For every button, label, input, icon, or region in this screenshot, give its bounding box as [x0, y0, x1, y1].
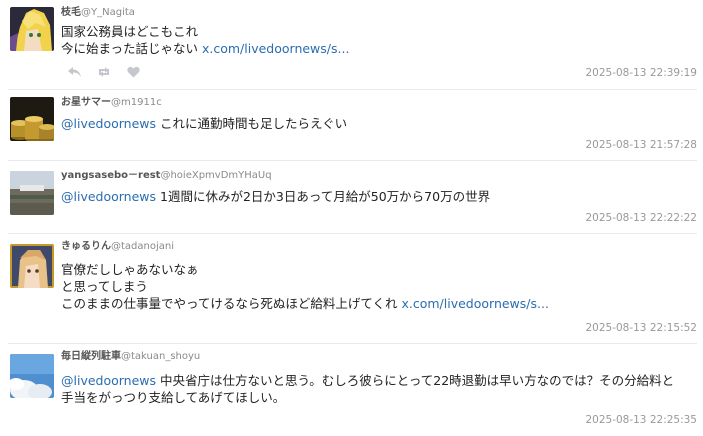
avatar[interactable] [10, 244, 54, 288]
mention-link[interactable]: @livedoornews [61, 189, 156, 204]
tweet-line: このままの仕事量でやってけるなら死ぬほど給料上げてくれ x.com/livedo… [61, 296, 549, 311]
tweet-actions [68, 66, 148, 80]
mention-link[interactable]: @livedoornews [61, 373, 156, 388]
tweet-line: @livedoornews 中央省庁は仕方ないと思う。むしろ彼らにとって22時退… [61, 373, 675, 388]
tweet-header: yangsasebo－rest@hoieXpmvDmYHaUq [61, 170, 272, 182]
tweet-header: 枝毛@Y_Nagita [61, 7, 135, 19]
tweet-link[interactable]: x.com/livedoornews/s... [401, 296, 548, 311]
tweet-line: 国家公務員はどこもこれ [61, 24, 199, 39]
tweet-line: と思ってしまう [61, 279, 148, 294]
retweet-icon[interactable] [97, 66, 111, 78]
author-name[interactable]: 毎日縦列駐車 [61, 351, 121, 362]
tweet-line: 官僚だししゃあないなぁ [61, 262, 199, 277]
tweet-line: @livedoornews これに通勤時間も足したらえぐい [61, 116, 348, 131]
tweet-header: きゅるりん@tadanojani [61, 241, 174, 253]
timestamp[interactable]: 2025-08-13 22:15:52 [585, 322, 697, 334]
author-handle[interactable]: @hoieXpmvDmYHaUq [160, 170, 271, 181]
author-name[interactable]: きゅるりん [61, 241, 111, 252]
tweet-text: @livedoornews 1週間に休みが2日か3日あって月給が50万から70万… [61, 188, 689, 205]
timestamp[interactable]: 2025-08-13 21:57:28 [585, 139, 697, 151]
timestamp[interactable]: 2025-08-13 22:22:22 [585, 212, 697, 224]
tweet-text: @livedoornews 中央省庁は仕方ないと思う。むしろ彼らにとって22時退… [61, 372, 689, 406]
tweet-card: きゅるりん@tadanojani 官僚だししゃあないなぁ と思ってしまう このま… [0, 234, 703, 342]
author-handle[interactable]: @Y_Nagita [81, 7, 135, 18]
heart-icon[interactable] [127, 66, 140, 78]
tweet-card: 枝毛@Y_Nagita 国家公務員はどこもこれ 今に始まった話じゃない x.co… [0, 0, 703, 88]
author-name[interactable]: お星サマー [61, 97, 111, 108]
reply-icon[interactable] [68, 66, 82, 78]
mention-link[interactable]: @livedoornews [61, 116, 156, 131]
author-handle[interactable]: @takuan_shoyu [121, 351, 200, 362]
tweet-text: @livedoornews これに通勤時間も足したらえぐい [61, 115, 689, 132]
avatar[interactable] [10, 171, 54, 215]
author-name[interactable]: yangsasebo－rest [61, 170, 160, 181]
author-name[interactable]: 枝毛 [61, 7, 81, 18]
tweet-text: 官僚だししゃあないなぁ と思ってしまう このままの仕事量でやってけるなら死ぬほど… [61, 261, 689, 312]
tweet-text: 国家公務員はどこもこれ 今に始まった話じゃない x.com/livedoorne… [61, 23, 689, 57]
tweet-header: お星サマー@m1911c [61, 97, 162, 109]
tweet-header: 毎日縦列駐車@takuan_shoyu [61, 351, 200, 363]
timestamp[interactable]: 2025-08-13 22:39:19 [585, 67, 697, 79]
tweet-line: @livedoornews 1週間に休みが2日か3日あって月給が50万から70万… [61, 189, 491, 204]
timestamp[interactable]: 2025-08-13 22:25:35 [585, 414, 697, 426]
tweet-feed: 枝毛@Y_Nagita 国家公務員はどこもこれ 今に始まった話じゃない x.co… [0, 0, 703, 436]
avatar[interactable] [10, 354, 54, 398]
tweet-card: 毎日縦列駐車@takuan_shoyu @livedoornews 中央省庁は仕… [0, 344, 703, 436]
tweet-card: お星サマー@m1911c @livedoornews これに通勤時間も足したらえ… [0, 90, 703, 158]
author-handle[interactable]: @tadanojani [111, 241, 174, 252]
avatar[interactable] [10, 7, 54, 51]
avatar[interactable] [10, 97, 54, 141]
tweet-link[interactable]: x.com/livedoornews/s... [202, 41, 349, 56]
tweet-card: yangsasebo－rest@hoieXpmvDmYHaUq @livedoo… [0, 161, 703, 231]
tweet-line: 手当をがっつり支給してあげてほしい。 [61, 390, 286, 405]
author-handle[interactable]: @m1911c [111, 97, 162, 108]
tweet-line: 今に始まった話じゃない x.com/livedoornews/s... [61, 41, 350, 56]
